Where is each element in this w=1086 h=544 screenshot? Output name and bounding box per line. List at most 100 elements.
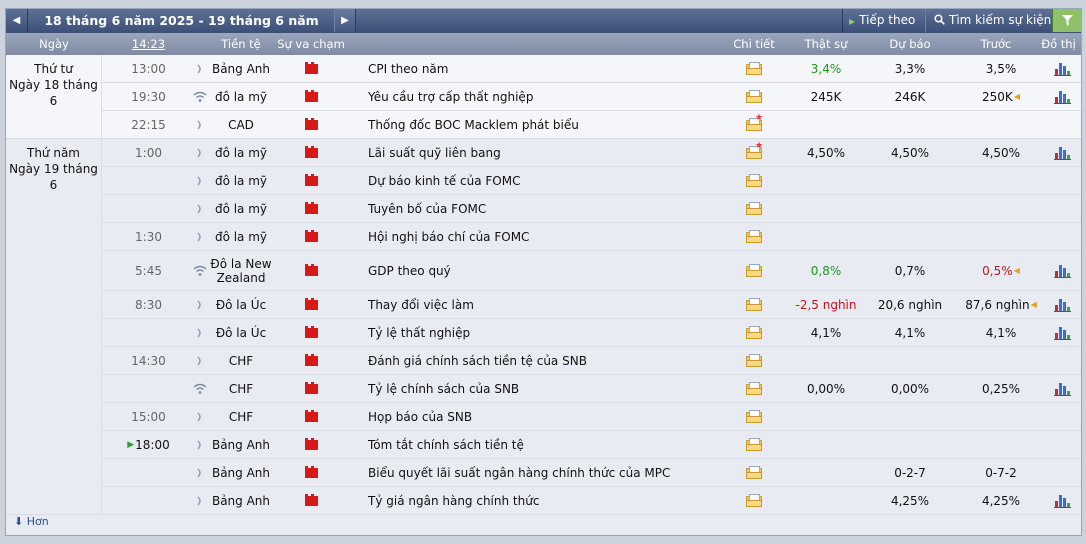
event-name[interactable]: Dự báo kinh tế của FOMC	[368, 167, 728, 194]
detail-folder-star-icon[interactable]: ★	[746, 114, 763, 131]
day-date: Ngày 19 tháng 6	[9, 162, 98, 192]
chart-icon[interactable]	[1053, 382, 1071, 396]
table-row[interactable]: 1:00 đô la mỹ Lãi suất quỹ liên bang ★ 4,50%…	[6, 139, 1081, 167]
detail-folder-icon[interactable]	[746, 326, 762, 339]
detail-folder-icon[interactable]	[746, 62, 762, 75]
country-flag-icon	[304, 263, 318, 276]
table-row[interactable]: 19:30 đô la mỹ Yêu cầu trợ cấp thất nghiệp…	[6, 83, 1081, 111]
country-flag-icon	[304, 297, 318, 310]
detail-cell: ★	[741, 111, 767, 138]
col-time[interactable]: 14:23	[102, 33, 195, 55]
impact-cell	[300, 291, 322, 318]
detail-folder-icon[interactable]	[746, 202, 762, 215]
detail-folder-icon[interactable]	[746, 354, 762, 367]
event-name[interactable]: GDP theo quý	[368, 251, 728, 290]
table-row[interactable]: CHF Tỷ lệ chính sách của SNB 0,00% 0,00% 0,2…	[6, 375, 1081, 403]
event-forecast: 4,25%	[890, 493, 930, 508]
date-range-label: 18 tháng 6 năm 2025 - 19 tháng 6 năm 202…	[44, 13, 319, 51]
detail-cell: ★	[741, 139, 767, 166]
event-previous: 250K	[982, 89, 1013, 104]
next-period-button[interactable]: ▶	[334, 9, 356, 32]
event-name[interactable]: Lãi suất quỹ liên bang	[368, 139, 728, 166]
detail-folder-icon[interactable]	[746, 230, 762, 243]
impact-cell	[300, 375, 322, 402]
event-name[interactable]: Tỷ lệ chính sách của SNB	[368, 375, 728, 402]
event-name[interactable]: Thay đổi việc làm	[368, 291, 728, 318]
event-name[interactable]: Tóm tắt chính sách tiền tệ	[368, 431, 728, 458]
detail-folder-icon[interactable]	[746, 466, 762, 479]
event-time: 8:30	[102, 291, 195, 318]
impact-cell	[300, 347, 322, 374]
table-row[interactable]: 1:30 đô la mỹ Hội nghị báo chí của FOMC	[6, 223, 1081, 251]
event-name[interactable]: Yêu cầu trợ cấp thất nghiệp	[368, 83, 728, 110]
event-forecast: 0,00%	[890, 381, 930, 396]
col-date: Ngày	[39, 37, 69, 51]
table-row[interactable]: ▶ 18:00 Bảng Anh Tóm tắt chính sách tiền tệ	[6, 431, 1081, 459]
detail-folder-icon[interactable]	[746, 264, 762, 277]
next-events-link[interactable]: ▶ Tiếp theo	[842, 9, 925, 32]
event-time: 13:00	[102, 55, 195, 82]
more-events-link[interactable]: ⬇ Hơn	[14, 515, 49, 528]
detail-folder-icon[interactable]	[746, 494, 762, 507]
impact-cell	[300, 459, 322, 486]
chart-icon[interactable]	[1053, 146, 1071, 160]
detail-folder-star-icon[interactable]: ★	[746, 142, 763, 159]
detail-folder-icon[interactable]	[746, 174, 762, 187]
detail-folder-icon[interactable]	[746, 90, 762, 103]
event-forecast	[872, 223, 948, 250]
event-time-value: 22:15	[131, 117, 166, 132]
country-flag-icon	[304, 173, 318, 186]
event-name[interactable]: Biểu quyết lãi suất ngân hàng chính thức…	[368, 459, 728, 486]
chart-icon[interactable]	[1053, 326, 1071, 340]
previous-period-button[interactable]: ◀	[6, 9, 28, 32]
event-name[interactable]: Họp báo của SNB	[368, 403, 728, 430]
event-name[interactable]: Tỷ giá ngân hàng chính thức	[368, 487, 728, 514]
event-name[interactable]: Tuyên bố của FOMC	[368, 195, 728, 222]
filter-button[interactable]	[1052, 9, 1081, 32]
country-flag-icon	[304, 89, 318, 102]
table-row[interactable]: 13:00 Bảng Anh CPI theo năm 3,4% 3,3% 3,5%	[6, 55, 1081, 83]
event-name[interactable]: Thống đốc BOC Macklem phát biểu	[368, 111, 728, 138]
event-name[interactable]: CPI theo năm	[368, 55, 728, 82]
table-row[interactable]: 14:30 CHF Đánh giá chính sách tiền tệ của …	[6, 347, 1081, 375]
table-row[interactable]: 8:30 Đô la Úc Thay đổi việc làm -2,5 nghìn 2…	[6, 291, 1081, 319]
event-time	[102, 375, 195, 402]
event-currency: Đô la Úc	[215, 325, 267, 340]
chart-icon[interactable]	[1053, 298, 1071, 312]
table-row[interactable]: đô la mỹ Dự báo kinh tế của FOMC	[6, 167, 1081, 195]
event-currency: đô la mỹ	[214, 89, 268, 104]
chart-icon[interactable]	[1053, 90, 1071, 104]
table-row[interactable]: 5:45 Đô la New Zealand GDP theo quý 0,8% 0,7…	[6, 251, 1081, 291]
detail-folder-icon[interactable]	[746, 410, 762, 423]
event-currency: Bảng Anh	[211, 493, 271, 508]
day-weekday: Thứ năm	[26, 146, 80, 160]
event-name[interactable]: Hội nghị báo chí của FOMC	[368, 223, 728, 250]
chart-icon[interactable]	[1053, 494, 1071, 508]
chart-cell	[1051, 55, 1073, 82]
table-row[interactable]: 22:15 CAD Thống đốc BOC Macklem phát biểu ★	[6, 111, 1081, 139]
chart-icon[interactable]	[1053, 264, 1071, 278]
search-events-link[interactable]: Tìm kiếm sự kiện	[925, 9, 1052, 32]
table-row[interactable]: Bảng Anh Tỷ giá ngân hàng chính thức 4,25%…	[6, 487, 1081, 515]
play-icon: ▶	[849, 17, 856, 26]
country-flag-icon	[304, 145, 318, 158]
impact-cell	[300, 319, 322, 346]
chart-icon[interactable]	[1053, 62, 1071, 76]
col-detail: Chi tiết	[733, 37, 775, 51]
detail-folder-icon[interactable]	[746, 438, 762, 451]
event-name[interactable]: Đánh giá chính sách tiền tệ của SNB	[368, 347, 728, 374]
event-previous: 87,6 nghìn	[965, 297, 1030, 312]
table-row[interactable]: Bảng Anh Biểu quyết lãi suất ngân hàng ch…	[6, 459, 1081, 487]
country-flag-icon	[304, 229, 318, 242]
detail-folder-icon[interactable]	[746, 382, 762, 395]
detail-cell	[741, 319, 767, 346]
event-currency: đô la mỹ	[214, 201, 268, 216]
table-row[interactable]: đô la mỹ Tuyên bố của FOMC	[6, 195, 1081, 223]
table-row[interactable]: 15:00 CHF Họp báo của SNB	[6, 403, 1081, 431]
filter-icon	[1061, 15, 1073, 26]
day-label: Thứ tư Ngày 18 tháng 6	[6, 55, 102, 139]
event-name[interactable]: Tỷ lệ thất nghiệp	[368, 319, 728, 346]
chart-cell	[1051, 139, 1073, 166]
table-row[interactable]: Đô la Úc Tỷ lệ thất nghiệp 4,1% 4,1% 4,1%	[6, 319, 1081, 347]
detail-folder-icon[interactable]	[746, 298, 762, 311]
